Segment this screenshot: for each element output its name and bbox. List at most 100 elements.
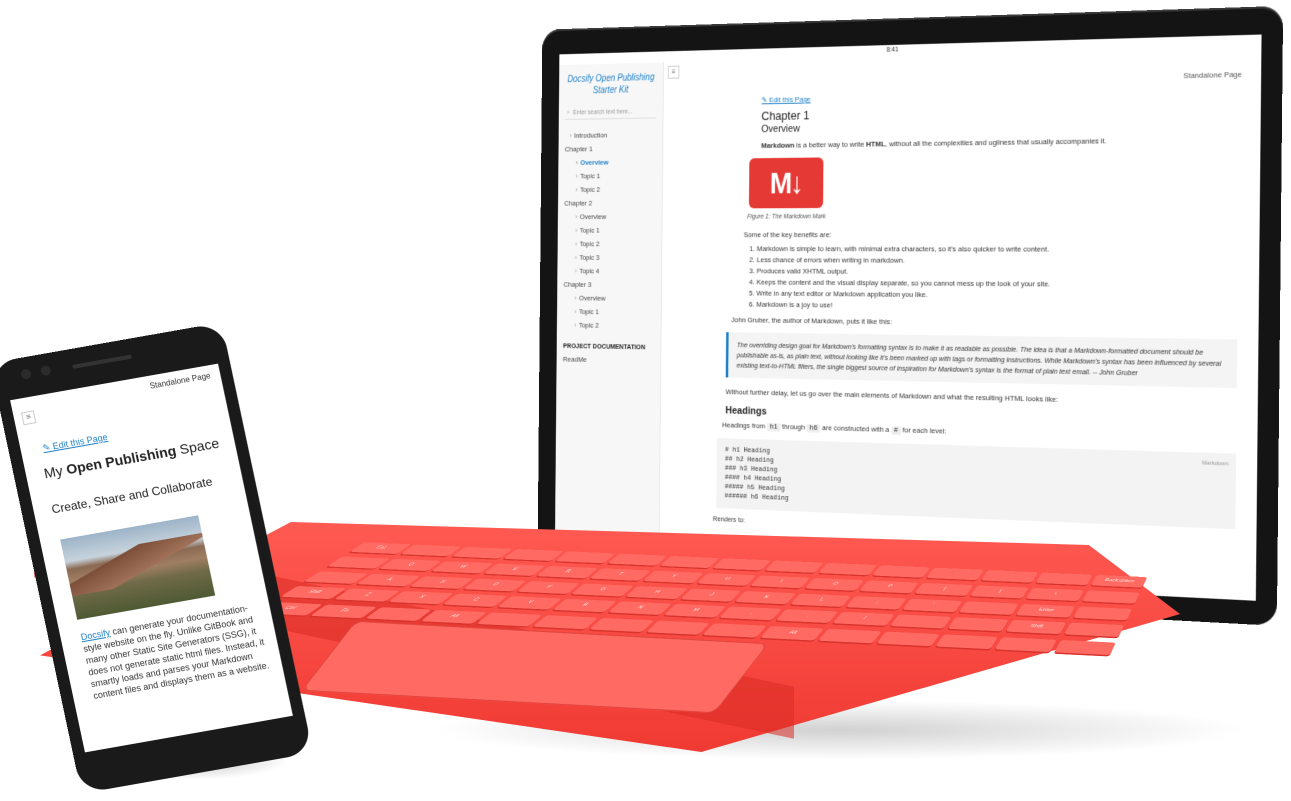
keyboard-key[interactable]	[452, 547, 513, 559]
phone-menu-icon[interactable]: ≡	[21, 410, 37, 425]
keyboard-key[interactable]	[1064, 623, 1124, 637]
keyboard-key[interactable]: Shift	[1006, 620, 1067, 634]
keyboard-key[interactable]	[948, 617, 1009, 631]
keyboard-key[interactable]: \	[1026, 588, 1084, 601]
keyboard-key[interactable]: C	[442, 594, 507, 607]
keyboard-key[interactable]: Y	[643, 571, 704, 584]
keyboard-key[interactable]: Enter	[1016, 604, 1075, 618]
app-title[interactable]: Docsify Open Publishing Starter Kit	[559, 62, 663, 103]
keyboard-key[interactable]: P	[860, 580, 919, 593]
keyboard-key[interactable]	[1054, 640, 1116, 655]
keyboard-key[interactable]: W	[431, 561, 493, 573]
each-level-text: for each level:	[901, 426, 947, 436]
standalone-page-link[interactable]: Standalone Page	[1183, 69, 1242, 81]
keyboard-key[interactable]	[1073, 606, 1132, 620]
intro-paragraph: Markdown is a better way to write HTML, …	[761, 134, 1239, 151]
keyboard-key[interactable]: H	[625, 586, 687, 599]
sidebar-item[interactable]: › Topic 3	[557, 251, 661, 265]
sidebar-item[interactable]: › Overview	[557, 291, 661, 306]
keyboard-key[interactable]: ]	[970, 585, 1028, 598]
sidebar-item-label: Overview	[580, 213, 607, 221]
chevron-right-icon: ›	[576, 172, 578, 180]
mountain-photo	[60, 515, 215, 620]
keyboard-key[interactable]: ,	[719, 607, 782, 621]
keyboard-key[interactable]	[607, 554, 667, 566]
keyboard-key[interactable]: N	[607, 602, 670, 616]
sidebar-item[interactable]: › Topic 2	[558, 182, 662, 196]
chevron-right-icon: ›	[576, 159, 578, 167]
keyboard-key[interactable]: R	[536, 566, 597, 578]
keyboard-key[interactable]: K	[735, 591, 796, 604]
keyboard-key[interactable]	[877, 632, 940, 647]
keyboard-key[interactable]: E	[484, 563, 546, 575]
keyboard-key[interactable]: Alt	[420, 610, 486, 624]
gruber-line: John Gruber, the author of Markdown, put…	[731, 315, 1237, 332]
keyboard-key[interactable]	[1082, 590, 1140, 603]
sidebar-item[interactable]: › Overview	[558, 155, 662, 170]
keyboard-key[interactable]	[981, 570, 1038, 583]
keyboard-key[interactable]: M	[663, 604, 726, 618]
chevron-right-icon: ›	[575, 267, 577, 275]
keyboard-key[interactable]	[890, 615, 951, 629]
keyboard-key[interactable]	[995, 637, 1057, 652]
sidebar-item-label: Topic 1	[580, 172, 600, 180]
chevron-right-icon: ›	[575, 186, 577, 194]
keyboard-key[interactable]: [	[915, 583, 974, 596]
keyboard-key[interactable]: G	[571, 583, 633, 596]
keyboard-key[interactable]: V	[497, 596, 561, 609]
keyboard-key[interactable]	[503, 549, 563, 561]
keyboard-key[interactable]	[959, 601, 1019, 615]
keyboard-key[interactable]	[476, 613, 542, 627]
sidebar: Docsify Open Publishing Starter Kit ⌕ En…	[555, 62, 664, 570]
keyboard-key[interactable]	[873, 565, 931, 577]
keyboard-key[interactable]: I	[751, 575, 811, 588]
edit-page-link[interactable]: ✎ Edit this Page	[762, 94, 811, 105]
keyboard-key[interactable]: F	[517, 581, 580, 594]
keyboard-key[interactable]: Backspace	[1091, 575, 1147, 588]
sidebar-item[interactable]: › Topic 1	[558, 169, 662, 184]
keyboard-key[interactable]	[703, 623, 767, 637]
keyboard-key[interactable]: O	[805, 578, 865, 591]
keyboard-key[interactable]: B	[552, 599, 616, 613]
sidebar-item[interactable]: Chapter 2	[558, 196, 662, 210]
keyboard-key[interactable]	[819, 563, 877, 575]
keyboard-key[interactable]: J	[680, 588, 742, 601]
keyboard-key[interactable]: .	[776, 609, 838, 623]
keyboard-key[interactable]: Alt	[760, 626, 824, 641]
phone-edit-page-link[interactable]: ✎ Edit this Page	[42, 432, 109, 454]
search-field[interactable]: ⌕ Enter search text here...	[565, 105, 656, 120]
keyboard-key[interactable]: '	[903, 598, 963, 612]
sidebar-item-readme[interactable]: ReadMe	[557, 352, 661, 368]
keyboard-key[interactable]	[646, 621, 711, 635]
keyboard-key[interactable]: T	[589, 568, 650, 581]
keyboard-key[interactable]: S	[410, 576, 474, 589]
through-text: through	[780, 422, 807, 431]
keyboard-key[interactable]: U	[697, 573, 757, 586]
intro-bold-markdown: Markdown	[761, 141, 794, 150]
keyboard-key[interactable]	[589, 618, 654, 632]
keyboard-key[interactable]	[765, 561, 824, 573]
keyboard-key[interactable]: D	[463, 578, 526, 591]
sidebar-item-label: Topic 3	[579, 253, 599, 261]
sidebar-item[interactable]: Chapter 3	[557, 278, 661, 292]
sidebar-item[interactable]: › Topic 2	[557, 318, 661, 333]
keyboard-key[interactable]: L	[791, 593, 852, 606]
sidebar-item[interactable]: › Topic 1	[558, 223, 662, 237]
keyboard-key[interactable]	[936, 634, 998, 649]
keyboard-key[interactable]	[660, 556, 719, 568]
keyboard-key[interactable]	[1036, 572, 1093, 585]
keyboard-key[interactable]	[712, 558, 771, 570]
keyboard-key[interactable]	[818, 629, 881, 644]
phone-standalone-link[interactable]: Standalone Page	[149, 371, 211, 390]
keyboard-key[interactable]	[927, 568, 985, 581]
keyboard-key[interactable]: /	[833, 612, 895, 626]
sidebar-item[interactable]: › Overview	[558, 210, 662, 224]
keyboard-key[interactable]: ;	[847, 596, 908, 609]
sidebar-item[interactable]: Chapter 1	[558, 141, 662, 156]
keyboard-key[interactable]	[555, 551, 615, 563]
sidebar-item[interactable]: › Topic 4	[557, 264, 661, 278]
keyboard-key[interactable]	[532, 615, 597, 629]
sidebar-item[interactable]: › Topic 2	[558, 237, 662, 251]
sidebar-item[interactable]: › Topic 1	[557, 305, 661, 320]
mountain-ridge	[64, 533, 210, 596]
